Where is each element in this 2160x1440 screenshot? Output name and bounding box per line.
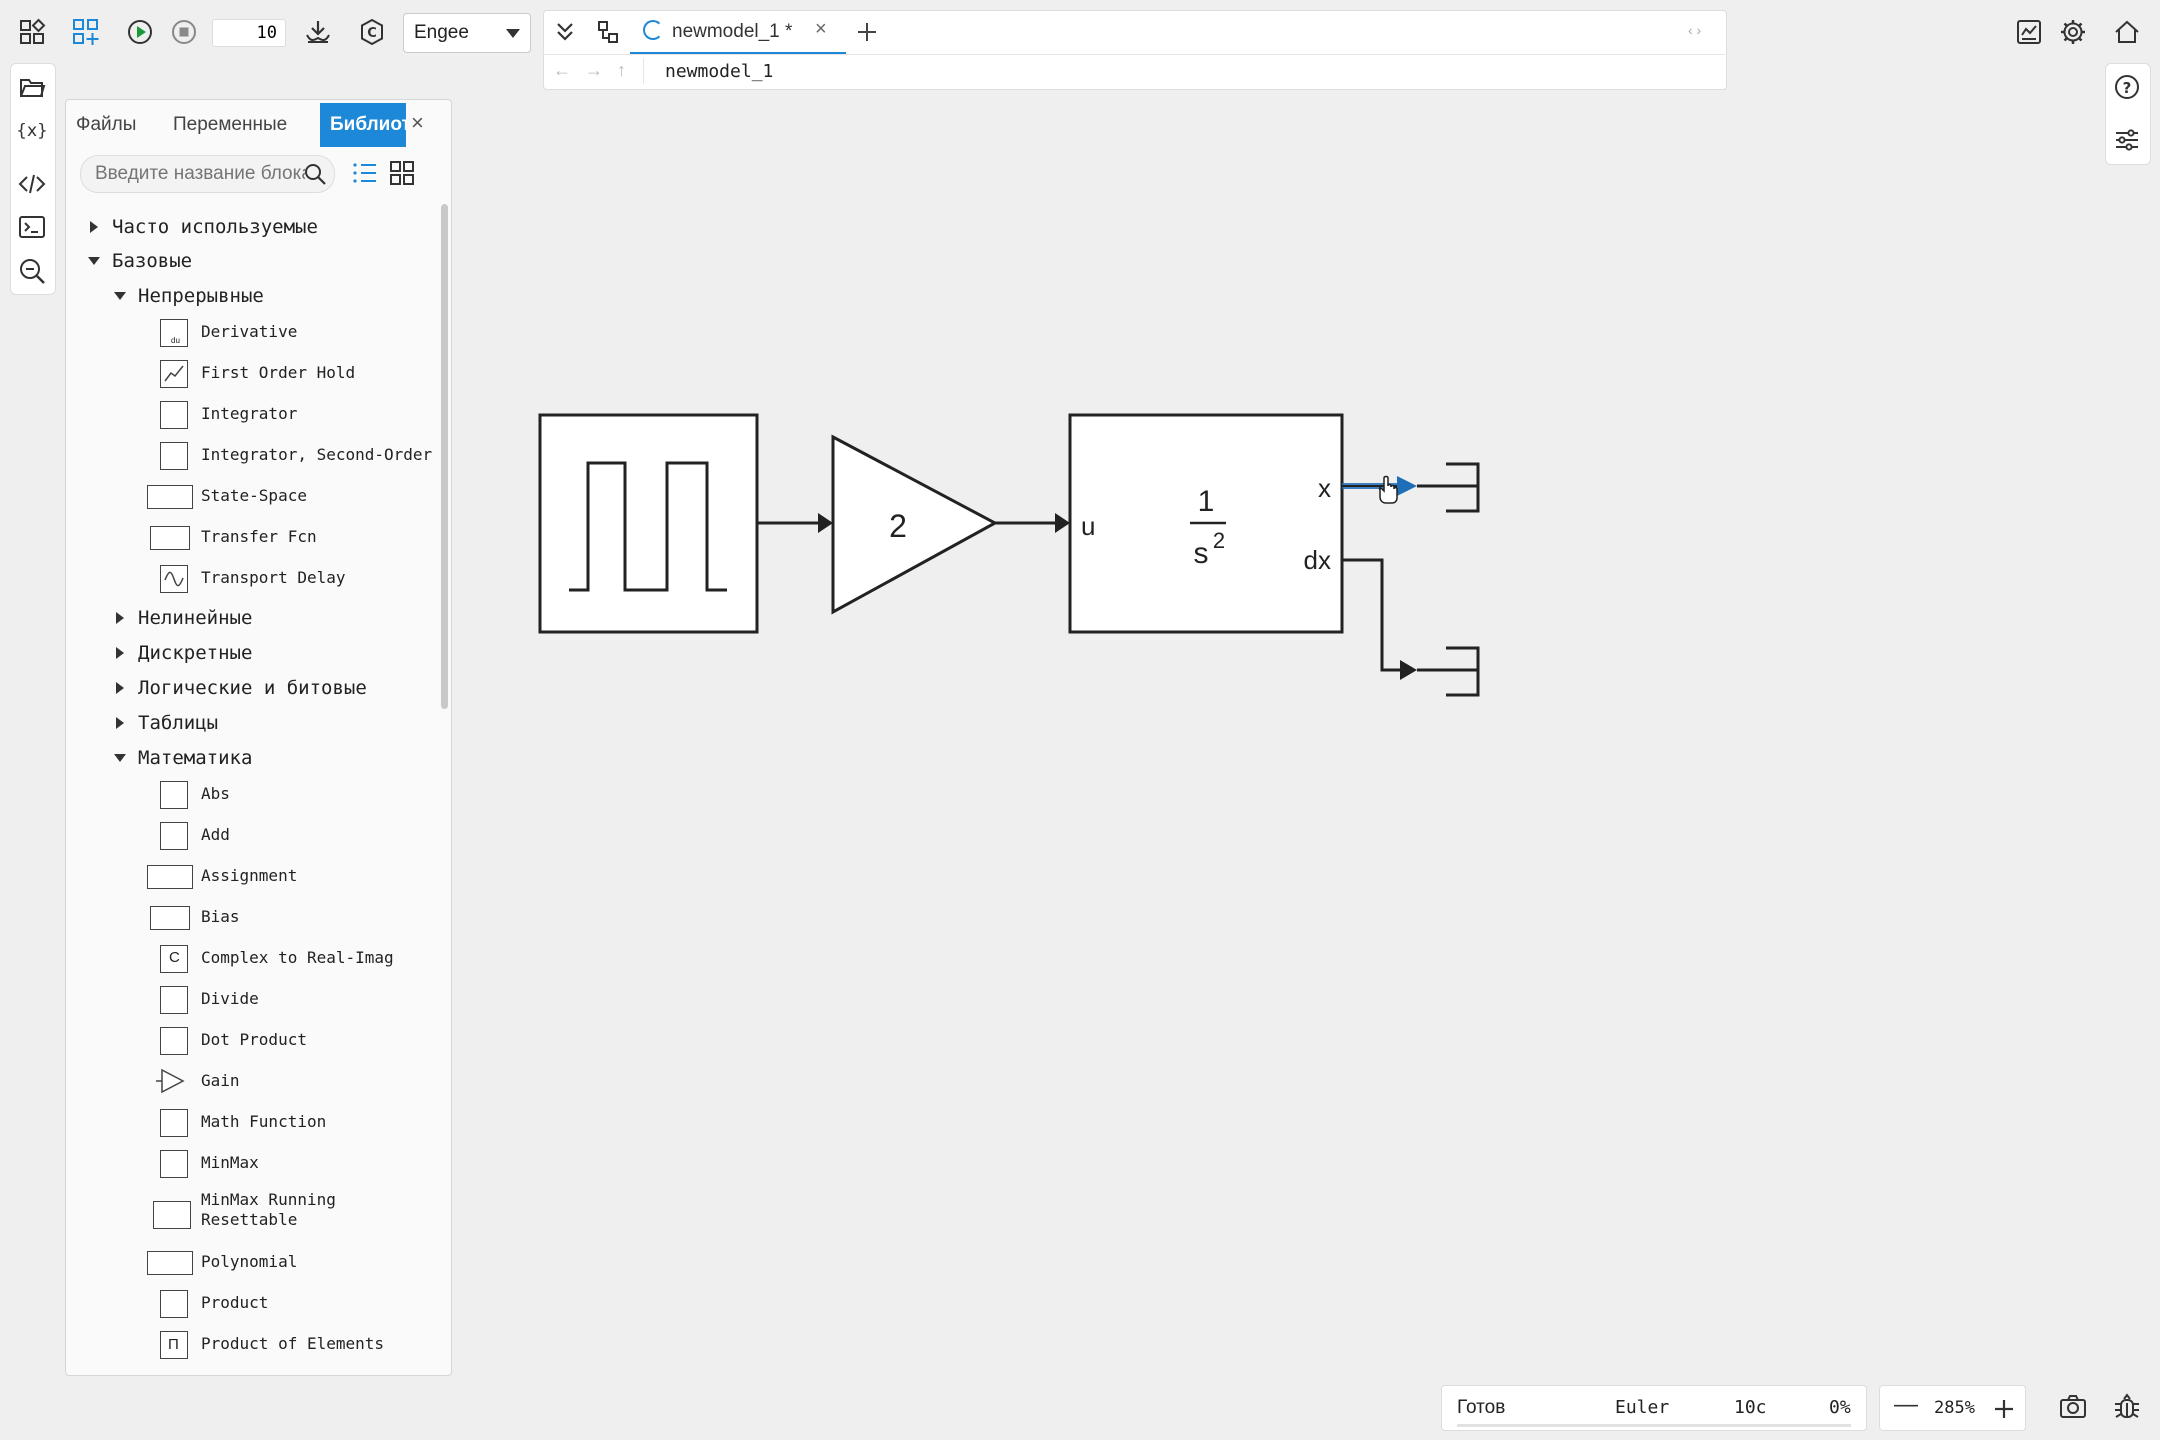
signal-line[interactable]: [1342, 558, 1400, 672]
simulation-status-bar: Готов Euler 10с 0%: [1441, 1385, 1867, 1431]
status-solver: Euler: [1615, 1397, 1670, 1418]
port-in-label: u: [1081, 511, 1095, 541]
progress-bar: [1457, 1424, 1851, 1427]
hand-cursor-icon: [1378, 475, 1398, 504]
debug-icon[interactable]: [2105, 1385, 2149, 1429]
tf-denominator: s: [1194, 537, 1209, 570]
camera-icon[interactable]: [2051, 1385, 2095, 1429]
tf-denominator-exponent: 2: [1213, 528, 1225, 553]
arrow-head-icon: [1055, 513, 1070, 533]
zoom-control: — 285%: [1879, 1385, 2026, 1431]
pulse-generator-block[interactable]: [538, 413, 759, 634]
port-out-x-label: x: [1318, 473, 1331, 503]
port-out-dx-label: dx: [1304, 545, 1331, 575]
terminator-block[interactable]: [1417, 462, 1480, 513]
tf-numerator: 1: [1198, 485, 1215, 518]
gain-block[interactable]: 2: [831, 434, 999, 615]
integrator-second-order-block[interactable]: u 1 s 2 x dx: [1068, 413, 1344, 634]
arrow-head-icon: [818, 513, 833, 533]
zoom-in-icon[interactable]: [1993, 1398, 2015, 1420]
status-state: Готов: [1457, 1397, 1506, 1418]
zoom-level: 285%: [1934, 1398, 1975, 1418]
arrow-head-icon: [1400, 660, 1417, 680]
arrow-head-icon: [1397, 476, 1417, 496]
terminator-block[interactable]: [1417, 646, 1480, 697]
status-progress: 0%: [1829, 1397, 1851, 1418]
zoom-out-icon[interactable]: —: [1894, 1391, 1918, 1419]
model-canvas[interactable]: 2 u 1 s 2 x dx: [0, 0, 2160, 1440]
gain-value: 2: [889, 508, 907, 544]
status-time: 10с: [1734, 1397, 1767, 1418]
